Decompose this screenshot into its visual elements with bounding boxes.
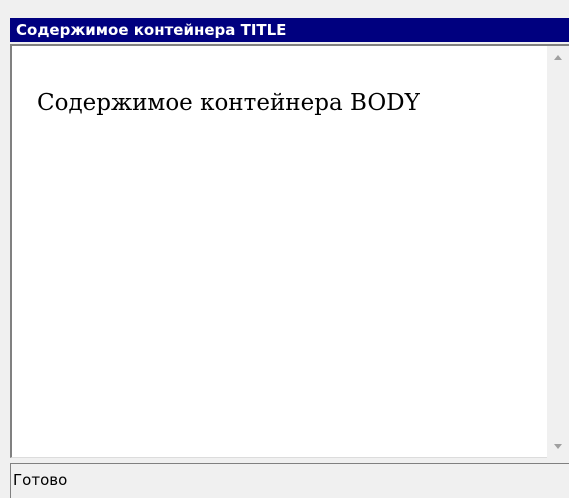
status-text: Готово — [13, 471, 68, 489]
scroll-up-arrow-icon[interactable] — [547, 46, 569, 68]
title-bar[interactable]: Содержимое контейнера TITLE — [10, 18, 569, 42]
scroll-down-arrow-icon[interactable] — [547, 436, 569, 458]
window-title: Содержимое контейнера TITLE — [16, 21, 287, 39]
content-area: Содержимое контейнера BODY — [10, 44, 569, 458]
body-text: Содержимое контейнера BODY — [37, 90, 420, 116]
status-bar: Готово — [10, 463, 569, 498]
vertical-scrollbar[interactable] — [547, 46, 569, 458]
app-window: Содержимое контейнера TITLE Содержимое к… — [0, 0, 569, 498]
